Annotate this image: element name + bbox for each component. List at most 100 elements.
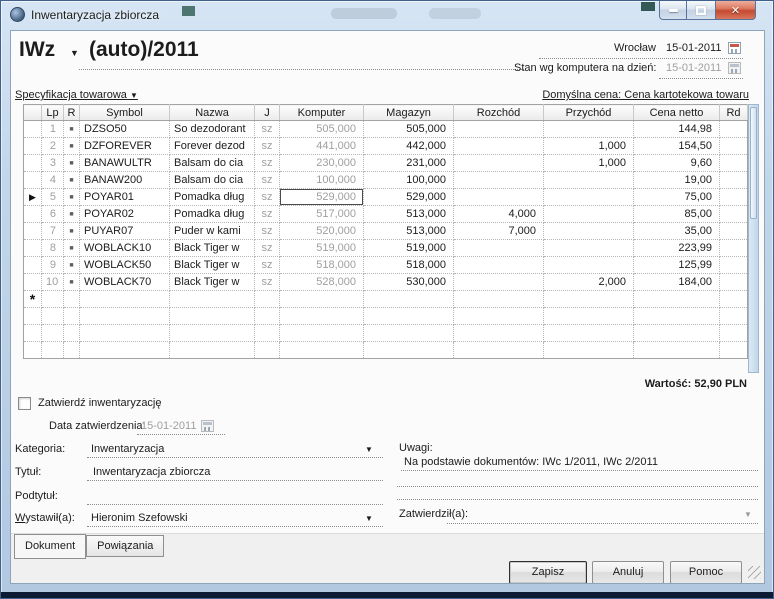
approve-checkbox[interactable] — [18, 397, 31, 410]
chevron-down-icon[interactable]: ▼ — [365, 514, 373, 523]
minimize-button[interactable] — [659, 1, 687, 20]
cell-komputer[interactable]: 518,000 — [280, 257, 364, 274]
cell-lp[interactable]: 8 — [42, 240, 64, 257]
cell-nazwa[interactable]: Forever dezod — [170, 138, 255, 155]
cell-komputer[interactable]: 519,000 — [280, 240, 364, 257]
col-header-nazwa[interactable]: Nazwa — [170, 105, 255, 121]
cell-nazwa[interactable]: Black Tiger w — [170, 257, 255, 274]
r-flag-icon[interactable]: ■ — [64, 274, 80, 291]
cell-nazwa[interactable]: Black Tiger w — [170, 240, 255, 257]
chevron-down-icon[interactable]: ▼ — [744, 510, 752, 519]
cell-cena-netto[interactable]: 9,60 — [634, 155, 720, 172]
cell-przychod[interactable] — [544, 121, 634, 138]
col-header-lp[interactable]: Lp — [42, 105, 64, 121]
cell-nazwa[interactable]: So dezodorant — [170, 121, 255, 138]
cell-rd[interactable] — [720, 206, 748, 223]
cell-przychod[interactable] — [544, 206, 634, 223]
cell-cena-netto[interactable]: 184,00 — [634, 274, 720, 291]
cell-rozchod[interactable] — [454, 274, 544, 291]
cell-symbol[interactable]: WOBLACK10 — [80, 240, 170, 257]
cell-j[interactable]: sz — [255, 257, 280, 274]
cell-przychod[interactable] — [544, 257, 634, 274]
row-selector[interactable] — [24, 138, 42, 155]
cell-rd[interactable] — [720, 223, 748, 240]
cell-lp[interactable]: 1 — [42, 121, 64, 138]
doc-number-field[interactable]: (auto)/2011 — [89, 38, 199, 62]
cell-rozchod[interactable]: 7,000 — [454, 223, 544, 240]
r-flag-icon[interactable]: ■ — [64, 223, 80, 240]
row-selector[interactable] — [24, 223, 42, 240]
row-selector[interactable] — [24, 240, 42, 257]
cell-rd[interactable] — [720, 189, 748, 206]
col-header-przychod[interactable]: Przychód — [544, 105, 634, 121]
row-selector[interactable] — [24, 121, 42, 138]
cell-przychod[interactable]: 1,000 — [544, 138, 634, 155]
r-flag-icon[interactable]: ■ — [64, 206, 80, 223]
cell-symbol[interactable]: BANAW200 — [80, 172, 170, 189]
cell-komputer[interactable]: 505,000 — [280, 121, 364, 138]
cell-magazyn[interactable]: 518,000 — [364, 257, 454, 274]
cell-lp[interactable]: 9 — [42, 257, 64, 274]
cell-j[interactable]: sz — [255, 121, 280, 138]
tab-powiazania[interactable]: Powiązania — [86, 535, 164, 557]
cell-przychod[interactable] — [544, 240, 634, 257]
cell-rd[interactable] — [720, 138, 748, 155]
cell-lp[interactable]: 10 — [42, 274, 64, 291]
cell-j[interactable]: sz — [255, 206, 280, 223]
podtytul-input[interactable] — [87, 504, 383, 505]
cell-rd[interactable] — [720, 257, 748, 274]
cell-symbol[interactable]: BANAWULTR — [80, 155, 170, 172]
r-flag-icon[interactable]: ■ — [64, 138, 80, 155]
tab-dokument[interactable]: Dokument — [14, 534, 86, 559]
cell-rd[interactable] — [720, 121, 748, 138]
calendar-icon[interactable] — [728, 42, 741, 54]
cell-przychod[interactable] — [544, 223, 634, 240]
spec-towarowa-menu[interactable]: Specyfikacja towarowa ▼ — [15, 89, 138, 101]
cell-magazyn[interactable]: 519,000 — [364, 240, 454, 257]
cell-rozchod[interactable] — [454, 240, 544, 257]
cell-magazyn[interactable]: 529,000 — [364, 189, 454, 206]
row-selector[interactable] — [24, 206, 42, 223]
row-selector[interactable] — [24, 172, 42, 189]
cancel-button[interactable]: Anuluj — [592, 561, 664, 584]
cell-lp[interactable]: 4 — [42, 172, 64, 189]
cell-lp[interactable]: 3 — [42, 155, 64, 172]
cell-nazwa[interactable]: Pomadka dług — [170, 206, 255, 223]
scrollbar-thumb[interactable] — [750, 107, 757, 219]
chevron-down-icon[interactable]: ▼ — [365, 445, 373, 454]
cell-j[interactable]: sz — [255, 240, 280, 257]
cell-cena-netto[interactable]: 75,00 — [634, 189, 720, 206]
cell-symbol[interactable]: WOBLACK70 — [80, 274, 170, 291]
col-header-selector[interactable] — [24, 105, 42, 121]
cell-komputer[interactable]: 230,000 — [280, 155, 364, 172]
cell-rd[interactable] — [720, 172, 748, 189]
uwagi-input[interactable]: Na podstawie dokumentów: IWc 1/2011, IWc… — [404, 456, 658, 468]
cell-cena-netto[interactable]: 144,98 — [634, 121, 720, 138]
cell-cena-netto[interactable]: 223,99 — [634, 240, 720, 257]
cell-nazwa[interactable]: Puder w kami — [170, 223, 255, 240]
cell-j[interactable]: sz — [255, 172, 280, 189]
cell-przychod[interactable] — [544, 172, 634, 189]
cell-j[interactable]: sz — [255, 223, 280, 240]
cell-rozchod[interactable] — [454, 172, 544, 189]
cell-rozchod[interactable] — [454, 155, 544, 172]
cell-cena-netto[interactable]: 125,99 — [634, 257, 720, 274]
cell-komputer[interactable]: 100,000 — [280, 172, 364, 189]
r-flag-icon[interactable]: ■ — [64, 240, 80, 257]
wystawil-select[interactable]: Hieronim Szefowski — [91, 512, 188, 524]
row-selector[interactable] — [24, 274, 42, 291]
doc-date-field[interactable]: 15-01-2011 — [666, 42, 721, 54]
cell-cena-netto[interactable]: 35,00 — [634, 223, 720, 240]
cell-symbol[interactable]: POYAR02 — [80, 206, 170, 223]
cell-nazwa[interactable]: Balsam do cia — [170, 155, 255, 172]
cell-symbol[interactable]: PUYAR07 — [80, 223, 170, 240]
cell-cena-netto[interactable]: 85,00 — [634, 206, 720, 223]
cell-komputer[interactable]: 520,000 — [280, 223, 364, 240]
cell-j[interactable]: sz — [255, 274, 280, 291]
cell-komputer[interactable]: 529,000 — [280, 189, 364, 206]
cell-magazyn[interactable]: 505,000 — [364, 121, 454, 138]
cell-rozchod[interactable] — [454, 121, 544, 138]
grid-scrollbar[interactable] — [748, 104, 759, 373]
uwagi-underline[interactable] — [397, 499, 758, 500]
cell-przychod[interactable] — [544, 189, 634, 206]
